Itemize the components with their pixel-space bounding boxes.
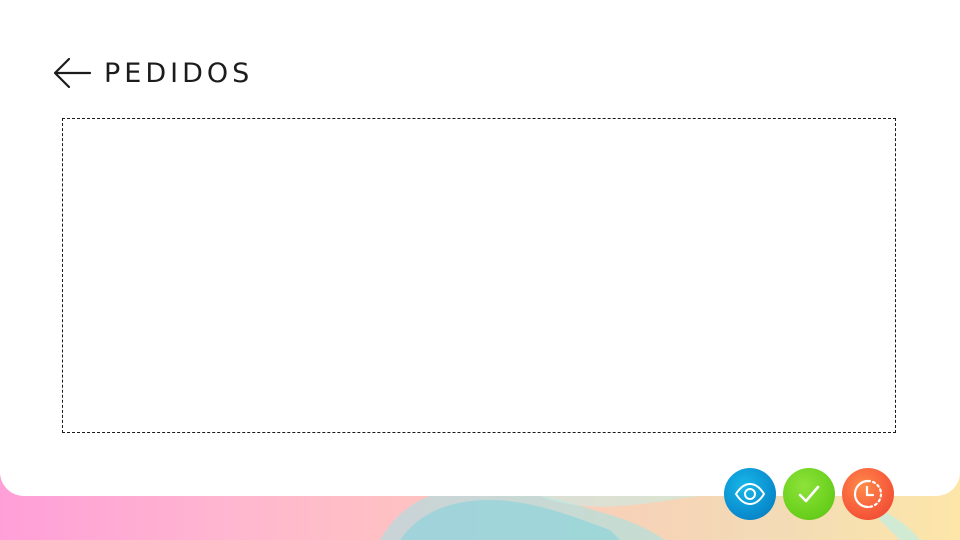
arrow-left-icon bbox=[53, 57, 92, 89]
action-buttons bbox=[724, 468, 894, 520]
eye-icon bbox=[734, 482, 766, 506]
approve-button[interactable] bbox=[783, 468, 835, 520]
back-button[interactable] bbox=[52, 53, 92, 93]
pending-button[interactable] bbox=[842, 468, 894, 520]
main-card: PEDIDOS bbox=[0, 0, 960, 496]
content-placeholder-area bbox=[62, 118, 896, 433]
clock-history-icon bbox=[853, 479, 883, 509]
page-header: PEDIDOS bbox=[52, 52, 253, 94]
view-button[interactable] bbox=[724, 468, 776, 520]
check-icon bbox=[798, 485, 820, 503]
page-title: PEDIDOS bbox=[104, 57, 254, 89]
